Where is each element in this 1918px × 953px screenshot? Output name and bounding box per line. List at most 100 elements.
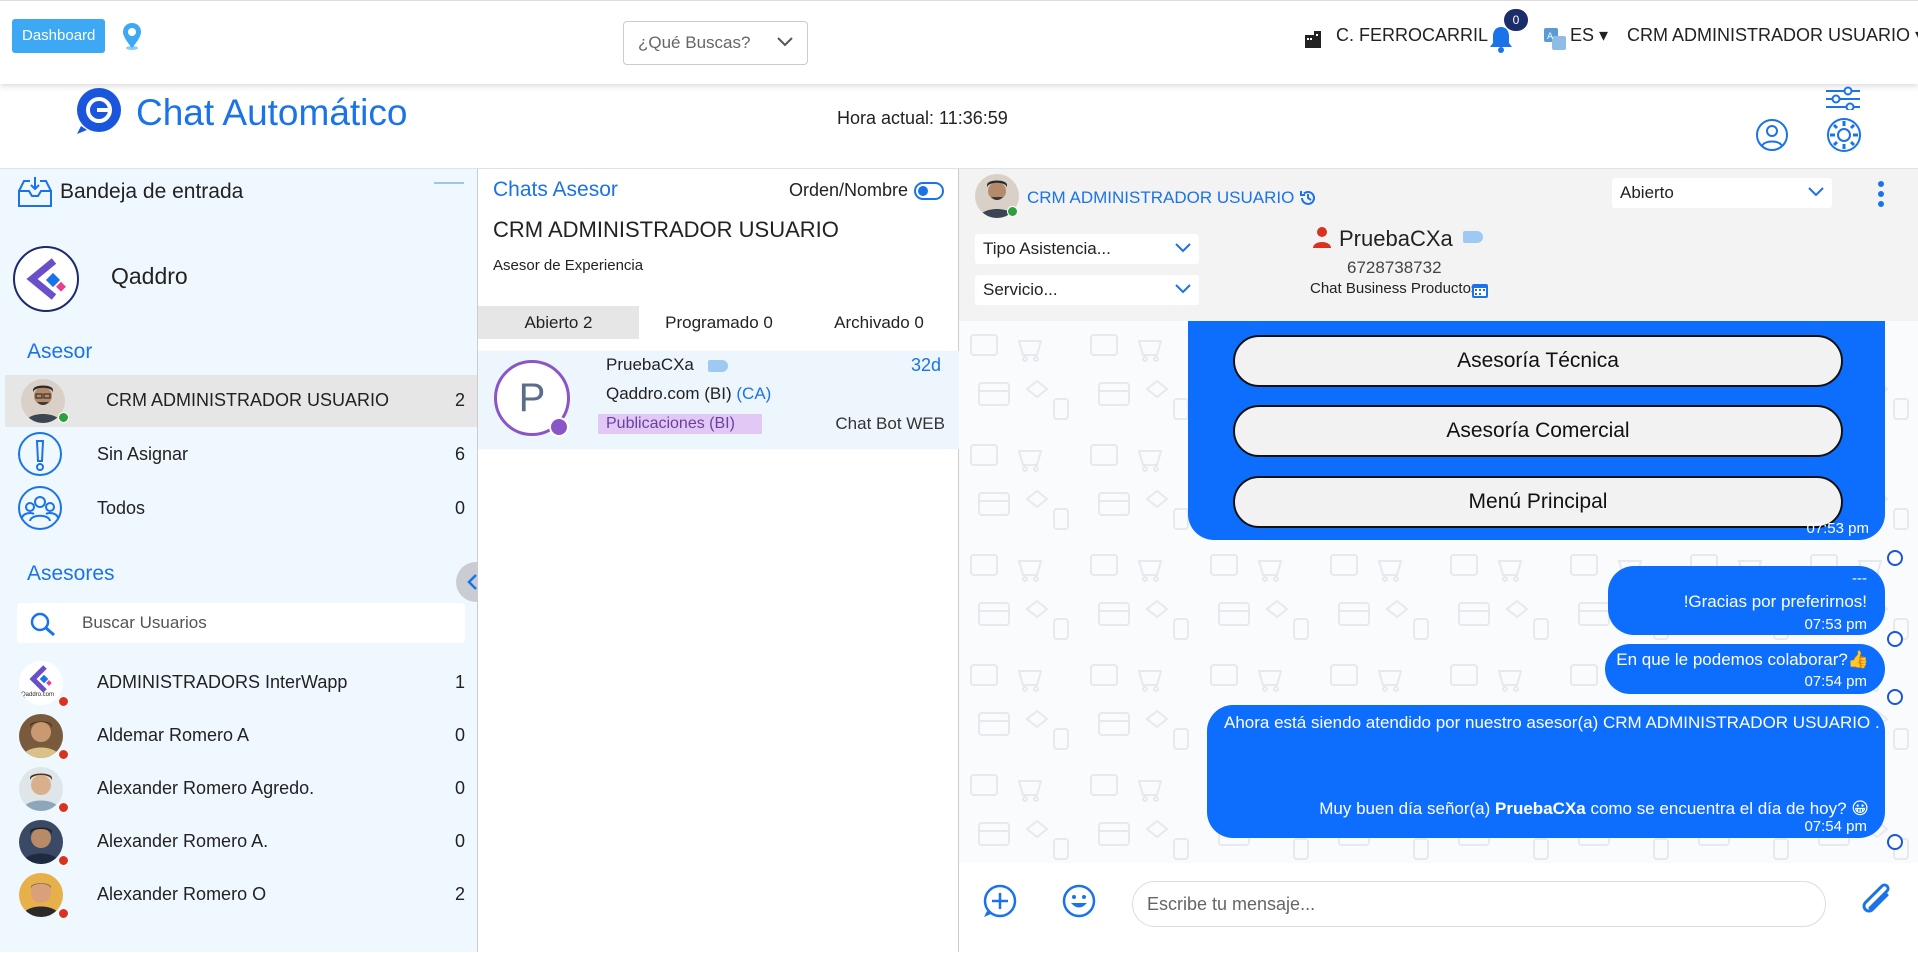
add-circle-icon[interactable] — [982, 883, 1018, 924]
chevron-down-icon — [777, 37, 793, 47]
contact-company: Qaddro.com (BI) — [606, 384, 732, 403]
advisor-avatar — [19, 820, 63, 864]
building-icon — [1303, 29, 1323, 54]
dashboard-button[interactable]: Dashboard — [12, 19, 106, 53]
service-value: Servicio... — [983, 280, 1058, 299]
contact-name: PruebaCXa — [1339, 226, 1453, 251]
advisor-avatar — [19, 767, 63, 811]
current-time: Hora actual: 11:36:59 — [837, 108, 1008, 128]
option-button[interactable]: Asesoría Comercial — [1233, 405, 1843, 457]
message-area: Asesoría Técnica Asesoría Comercial Menú… — [959, 321, 1918, 863]
filter-item-unassigned[interactable]: Sin Asignar 6 — [5, 429, 477, 481]
advisor-row[interactable]: Alexander Romero A. 0 — [5, 816, 477, 868]
offline-status-dot — [58, 749, 69, 760]
asesor-heading: Asesor — [27, 340, 93, 363]
message-text: Ahora está siendo atendido por nuestro a… — [1224, 713, 1880, 732]
advisor-row[interactable]: Qaddro.com ADMINISTRADORS InterWapp 1 — [5, 657, 477, 709]
bot-icon — [1887, 631, 1903, 647]
tag-icon — [1463, 231, 1483, 243]
service-select[interactable]: Servicio... — [975, 275, 1199, 305]
person-icon — [1312, 226, 1332, 253]
filter-item-all[interactable]: Todos 0 — [5, 483, 477, 535]
chat-tabs: Abierto 2 Programado 0 Archivado 0 — [478, 306, 959, 339]
top-navbar: Dashboard ¿Qué Buscas? C. FERROCARRIL 0 … — [0, 0, 1918, 84]
message-time: 07:53 pm — [1806, 520, 1869, 537]
language-select[interactable]: ES ▾ — [1570, 25, 1608, 46]
message-bubble: En que le podemos colaborar?👍 07:54 pm — [1605, 644, 1885, 694]
global-search-select[interactable]: ¿Qué Buscas? — [623, 21, 808, 65]
tab-open[interactable]: Abierto 2 — [478, 306, 639, 339]
collapse-line[interactable] — [434, 182, 464, 184]
inbox-title: Bandeja de entrada — [60, 180, 244, 203]
tag-icon — [708, 360, 728, 372]
advisor-row[interactable]: Aldemar Romero A 0 — [5, 710, 477, 762]
history-icon[interactable] — [1299, 189, 1317, 212]
label-badge: Publicaciones (BI) — [598, 414, 762, 434]
filter-settings-icon[interactable] — [1824, 86, 1862, 115]
emoji-icon[interactable] — [1061, 883, 1097, 924]
contact-initial: P — [518, 376, 546, 420]
advisor-avatar — [19, 873, 63, 917]
tab-scheduled[interactable]: Programado 0 — [639, 306, 799, 339]
bot-icon — [1887, 834, 1903, 850]
user-search-input[interactable]: Buscar Usuarios — [82, 613, 207, 633]
conversation-header: CRM ADMINISTRADOR USUARIO Abierto Tipo A… — [959, 169, 1918, 321]
calendar-icon[interactable] — [1471, 281, 1489, 304]
menu-message-bubble: Asesoría Técnica Asesoría Comercial Menú… — [1188, 321, 1885, 540]
user-menu[interactable]: CRM ADMINISTRADOR USUARIO ▾ — [1627, 25, 1918, 46]
assistance-type-select[interactable]: Tipo Asistencia... — [975, 234, 1199, 264]
advisor-row[interactable]: Alexander Romero Agredo. 0 — [5, 763, 477, 815]
asesores-heading: Asesores — [27, 562, 115, 585]
advisor-name: Alexander Romero Agredo. — [97, 778, 315, 798]
conversation-panel: CRM ADMINISTRADOR USUARIO Abierto Tipo A… — [959, 168, 1918, 953]
bot-badge-icon — [549, 417, 569, 437]
filter-item-count: 0 — [454, 498, 465, 518]
advisor-name: Aldemar Romero A — [97, 725, 250, 745]
tab-archived[interactable]: Archivado 0 — [799, 306, 959, 339]
status-select[interactable]: Abierto — [1612, 178, 1832, 208]
assistance-type-value: Tipo Asistencia... — [983, 239, 1111, 258]
advisor-avatar: Qaddro.com — [19, 661, 63, 705]
advisor-row[interactable]: Alexander Romero O 2 — [5, 869, 477, 921]
order-label: Orden/Nombre — [789, 180, 909, 200]
contact-phone: 6728738732 — [1347, 258, 1442, 277]
filter-item-count: 6 — [454, 444, 465, 464]
advisor-count: 0 — [454, 831, 465, 851]
advisor-name: CRM ADMINISTRADOR USUARIO — [493, 217, 839, 242]
more-options-icon[interactable] — [1877, 180, 1885, 213]
option-button[interactable]: Menú Principal — [1233, 476, 1843, 528]
offline-status-dot — [58, 908, 69, 919]
filter-item-label: Todos — [97, 498, 146, 518]
user-search[interactable]: Buscar Usuarios — [17, 603, 465, 643]
paperclip-icon[interactable] — [1857, 881, 1897, 926]
company-tag: (CA) — [736, 384, 772, 403]
bot-icon — [1887, 689, 1903, 705]
advisor-count: 0 — [454, 725, 465, 745]
message-input[interactable]: Escribe tu mensaje... — [1132, 881, 1826, 927]
page-title: Chat Automático — [136, 92, 408, 133]
order-toggle[interactable] — [914, 182, 944, 200]
language-label: ES — [1570, 25, 1595, 45]
advisor-avatar-text: Qaddro.com — [21, 692, 55, 698]
advisor-avatar — [19, 714, 63, 758]
option-button[interactable]: Asesoría Técnica — [1233, 335, 1843, 387]
filter-item-label: CRM ADMINISTRADOR USUARIO — [106, 390, 390, 410]
chevron-down-icon — [1175, 243, 1191, 253]
chat-logo-icon — [73, 86, 125, 141]
chat-list-item[interactable]: P PruebaCXa 32d Qaddro.com (BI) (CA) Pub… — [478, 351, 959, 449]
chevron-down-icon — [1175, 284, 1191, 294]
location-pin-icon[interactable] — [120, 21, 144, 56]
offline-status-dot — [58, 855, 69, 866]
user-profile-icon[interactable] — [1755, 118, 1789, 157]
message-time: 07:53 pm — [1804, 616, 1867, 633]
agent-name: CRM ADMINISTRADOR USUARIO — [1027, 188, 1295, 207]
branch-name[interactable]: C. FERROCARRIL — [1336, 25, 1488, 46]
chats-panel: Chats Asesor Orden/Nombre CRM ADMINISTRA… — [478, 168, 959, 952]
contact-name: PruebaCXa — [606, 355, 694, 374]
filter-item-self[interactable]: CRM ADMINISTRADOR USUARIO 2 — [5, 375, 477, 427]
message-composer: Escribe tu mensaje... — [959, 863, 1918, 953]
advisor-name: Alexander Romero A. — [97, 831, 269, 851]
filter-item-label: Sin Asignar — [97, 444, 189, 464]
message-text: Muy buen día señor(a) — [1319, 799, 1496, 818]
gear-icon[interactable] — [1826, 117, 1862, 158]
